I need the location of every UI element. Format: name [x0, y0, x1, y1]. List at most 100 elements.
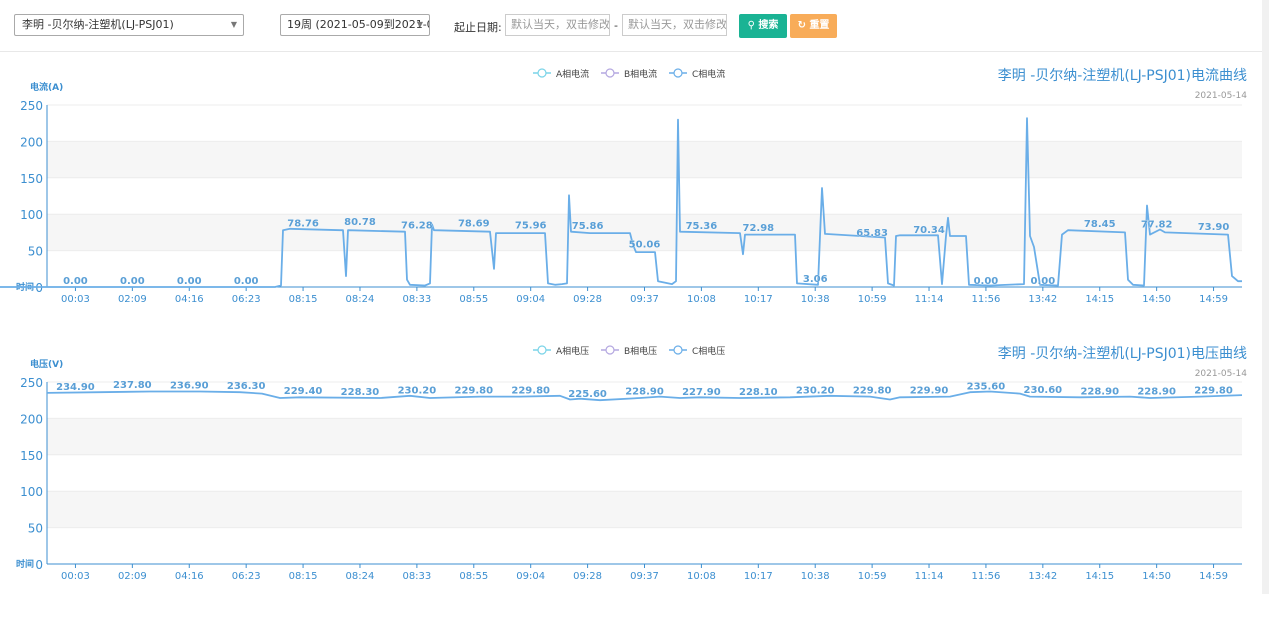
x-tick-label: 08:15 [289, 571, 318, 582]
x-tick-label: 14:50 [1142, 294, 1171, 305]
legend-symbol-marker [673, 68, 683, 78]
device-select[interactable]: 李明 -贝尔纳-注塑机(LJ-PSJ01) ▼ [14, 14, 244, 36]
data-label: 0.00 [120, 276, 145, 287]
x-tick-label: 08:24 [346, 294, 375, 305]
data-label: 78.45 [1084, 219, 1116, 230]
x-tick-label: 10:38 [801, 294, 830, 305]
data-label: 228.90 [1137, 386, 1176, 397]
x-tick-label: 09:28 [573, 571, 602, 582]
x-tick-label: 14:50 [1142, 571, 1171, 582]
x-tick-label: 09:37 [630, 294, 659, 305]
legend-label: B相电压 [624, 345, 657, 357]
grid-band [47, 250, 1242, 287]
data-label: 72.98 [742, 223, 774, 234]
data-label: 228.30 [341, 387, 380, 398]
x-tick-label: 08:33 [402, 294, 431, 305]
y-tick-label: 100 [20, 485, 43, 499]
data-label: 228.90 [1080, 386, 1119, 397]
data-label: 229.40 [284, 386, 323, 397]
y-tick-label: 200 [20, 412, 43, 426]
y-tick-label: 100 [20, 208, 43, 222]
legend-symbol-marker [605, 345, 615, 355]
x-tick-label: 09:37 [630, 571, 659, 582]
end-date-placeholder: 默认当天，双击修改 [628, 18, 727, 31]
data-label: 0.00 [1030, 276, 1055, 287]
voltage-chart: 0 50 100 150 200 250 00:03 02:09 04:16 06:23 08:15… [16, 345, 1248, 582]
y-tick-label: 150 [20, 172, 43, 186]
x-tick-label: 14:15 [1085, 571, 1114, 582]
grid-band [47, 454, 1242, 492]
x-tick-label: 09:04 [516, 571, 545, 582]
data-label: 228.90 [625, 386, 664, 397]
data-label: 236.30 [227, 381, 266, 392]
x-tick-label: 06:23 [232, 571, 261, 582]
x-tick-label: 00:03 [61, 294, 90, 305]
legend-label: B相电流 [624, 68, 657, 80]
legend-label: A相电流 [556, 68, 589, 80]
data-label: 236.90 [170, 381, 209, 392]
data-label: 0.00 [974, 276, 999, 287]
data-label: 230.20 [796, 385, 835, 396]
data-label: 228.10 [739, 387, 778, 398]
data-label: 230.20 [398, 385, 437, 396]
data-label: 229.90 [910, 386, 949, 397]
x-tick-label: 14:15 [1085, 294, 1114, 305]
y-axis-label: 电流(A) [30, 81, 63, 93]
data-label: 0.00 [177, 276, 202, 287]
refresh-icon: ↻ [797, 20, 806, 31]
x-tick-label: 10:59 [858, 571, 887, 582]
data-label: 230.60 [1024, 385, 1063, 396]
grid-band [47, 141, 1242, 178]
x-tick-label: 14:59 [1199, 571, 1228, 582]
x-axis-label: 时间 [16, 558, 34, 570]
page-scrollbar[interactable] [1262, 0, 1269, 594]
x-tick-label: 08:15 [289, 294, 318, 305]
chart-subtitle: 2021-05-14 [1195, 369, 1248, 379]
x-tick-label: 13:42 [1028, 571, 1057, 582]
data-label: 0.00 [63, 276, 88, 287]
reset-button[interactable]: ↻ 重置 [790, 14, 837, 38]
legend-symbol-marker [673, 345, 683, 355]
current-chart: 0 50 100 150 200 250 00:03 02:09 04:16 06:23 08:15… [0, 68, 1247, 305]
chevron-down-icon: ▼ [230, 20, 237, 29]
data-label: 3.06 [803, 274, 828, 285]
x-tick-label: 11:56 [972, 571, 1001, 582]
x-tick-label: 09:28 [573, 294, 602, 305]
x-tick-label: 10:17 [744, 571, 773, 582]
y-tick-label: 250 [20, 376, 43, 390]
grid-band [47, 491, 1242, 528]
data-label: 78.76 [287, 219, 319, 230]
search-button[interactable]: ⚲ 搜索 [739, 14, 787, 38]
start-date-placeholder: 默认当天，双击修改 [511, 18, 610, 31]
data-label: 229.80 [853, 386, 892, 397]
y-tick-label: 0 [35, 281, 43, 295]
data-label: 75.96 [515, 221, 547, 232]
data-label: 227.90 [682, 387, 721, 398]
data-label: 75.36 [686, 221, 718, 232]
x-tick-label: 08:33 [402, 571, 431, 582]
x-tick-label: 13:42 [1028, 294, 1057, 305]
data-label: 234.90 [56, 382, 95, 393]
end-date-input[interactable]: 默认当天，双击修改 [622, 14, 727, 36]
grid-band [47, 418, 1242, 455]
week-select[interactable]: 19周 (2021-05-09到2021-0... ▼ [280, 14, 430, 36]
chart-title: 李明 -贝尔纳-注塑机(LJ-PSJ01)电压曲线 [998, 346, 1247, 362]
toolbar: 李明 -贝尔纳-注塑机(LJ-PSJ01) ▼ 19周 (2021-05-09到… [0, 0, 1269, 52]
date-range-label: 起止日期: [454, 21, 502, 34]
x-tick-label: 08:55 [459, 571, 488, 582]
reset-button-label: 重置 [809, 20, 830, 31]
x-tick-label: 06:23 [232, 294, 261, 305]
grid-band [47, 177, 1242, 215]
data-label: 77.82 [1141, 219, 1173, 230]
x-tick-label: 10:59 [858, 294, 887, 305]
x-tick-label: 10:17 [744, 294, 773, 305]
start-date-input[interactable]: 默认当天，双击修改 [505, 14, 610, 36]
data-label: 65.83 [856, 228, 888, 239]
x-tick-label: 11:14 [915, 294, 944, 305]
x-tick-label: 11:14 [915, 571, 944, 582]
grid-band [47, 105, 1242, 142]
x-tick-label: 02:09 [118, 294, 147, 305]
x-tick-label: 08:55 [459, 294, 488, 305]
y-tick-label: 50 [28, 522, 43, 536]
legend-symbol-marker [605, 68, 615, 78]
